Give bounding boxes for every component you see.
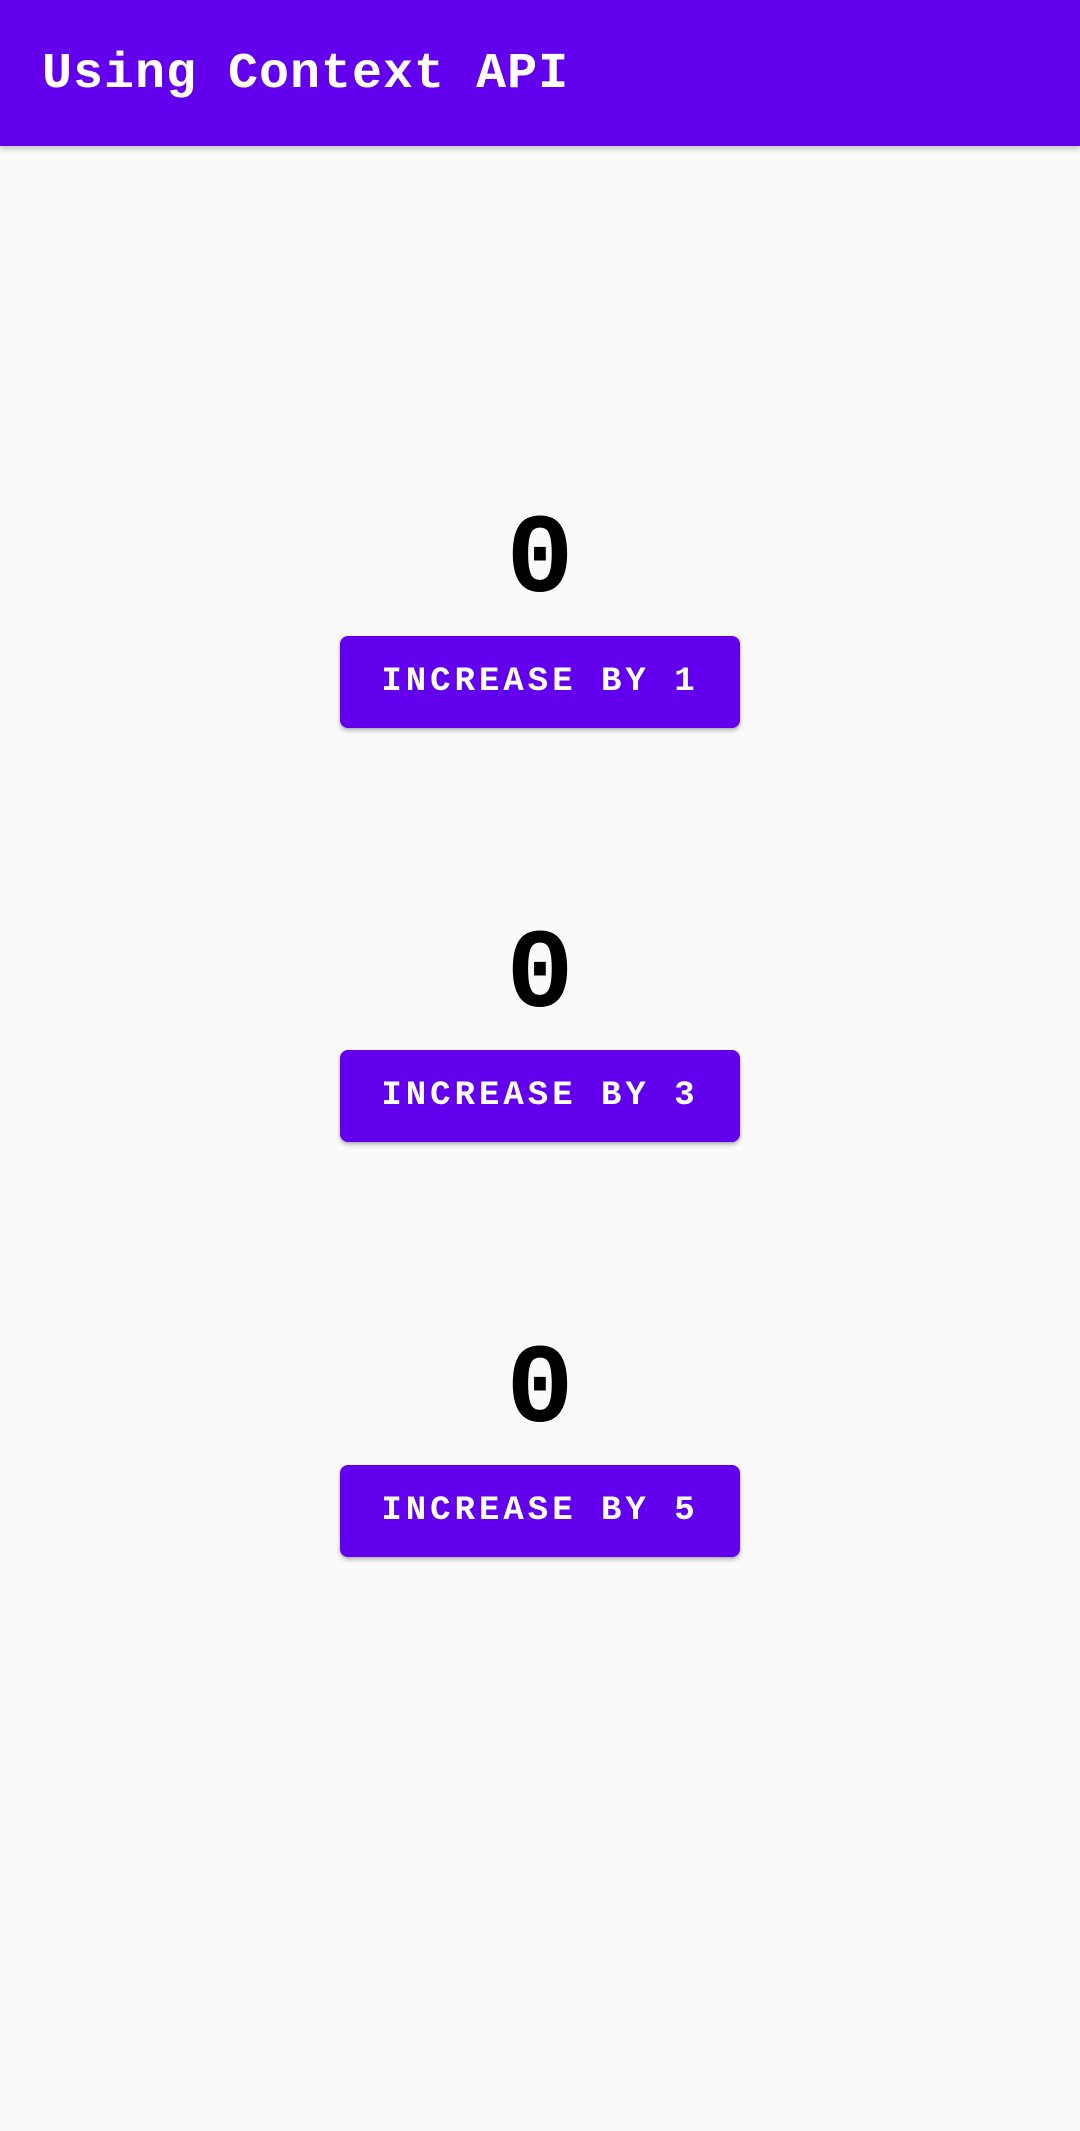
app-title: Using Context API bbox=[42, 46, 570, 103]
counter-value-1: 0 bbox=[506, 498, 574, 625]
increase-by-1-button[interactable]: INCREASE BY 1 bbox=[340, 636, 740, 728]
increase-by-3-button[interactable]: INCREASE BY 3 bbox=[340, 1050, 740, 1142]
counter-value-5: 0 bbox=[506, 1328, 574, 1455]
app-bar: Using Context API bbox=[0, 0, 1080, 146]
increase-by-5-button[interactable]: INCREASE BY 5 bbox=[340, 1465, 740, 1557]
counter-value-3: 0 bbox=[506, 913, 574, 1040]
